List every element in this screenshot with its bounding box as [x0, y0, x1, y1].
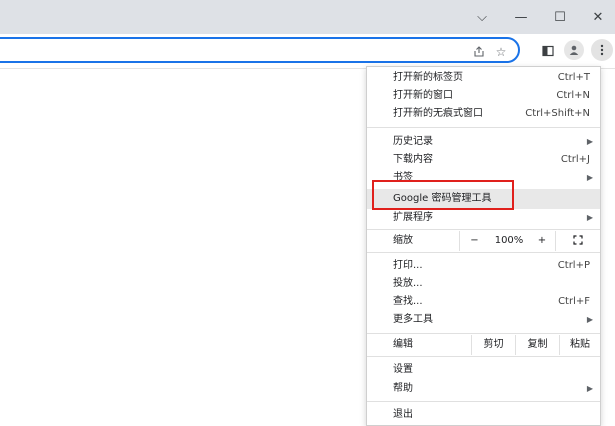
- shortcut-label: Ctrl+P: [557, 260, 590, 271]
- close-icon: ✕: [592, 9, 604, 25]
- menu-divider: [367, 356, 600, 357]
- menu-item-label: 打开新的标签页: [393, 72, 463, 83]
- fullscreen-icon: [573, 235, 583, 245]
- menu-item-label: 更多工具: [393, 314, 433, 325]
- bookmark-star-icon[interactable]: ☆: [494, 45, 508, 59]
- minimize-icon: —: [514, 9, 528, 25]
- maximize-button[interactable]: ☐: [540, 0, 580, 34]
- menu-item-label: 帮助: [393, 383, 413, 394]
- tab-search-dropdown-button[interactable]: ⌵: [462, 0, 502, 34]
- menu-item-label: 打开新的窗口: [393, 90, 453, 101]
- shortcut-label: Ctrl+N: [556, 90, 590, 101]
- menu-item-more-tools[interactable]: 更多工具 ▶: [367, 311, 600, 328]
- zoom-row: 缩放 − 100% +: [367, 231, 600, 251]
- zoom-in-button[interactable]: +: [529, 231, 555, 251]
- paste-button[interactable]: 粘贴: [559, 335, 600, 355]
- shortcut-label: Ctrl+T: [557, 72, 590, 83]
- submenu-arrow-icon: ▶: [586, 384, 593, 393]
- menu-item-label: 打开新的无痕式窗口: [393, 108, 483, 119]
- menu-divider: [367, 401, 600, 402]
- menu-item-label: 设置: [393, 364, 413, 375]
- menu-item-find[interactable]: 查找... Ctrl+F: [367, 293, 600, 310]
- share-icon[interactable]: [472, 45, 486, 59]
- menu-item-exit[interactable]: 退出: [367, 406, 600, 423]
- zoom-level: 100%: [494, 235, 524, 246]
- menu-item-settings[interactable]: 设置: [367, 361, 600, 378]
- submenu-arrow-icon: ▶: [586, 137, 593, 146]
- menu-divider: [367, 333, 600, 334]
- menu-divider: [367, 127, 600, 128]
- edit-label: 编辑: [393, 339, 413, 350]
- menu-item-label: 查找...: [393, 296, 423, 307]
- fullscreen-button[interactable]: [555, 231, 600, 251]
- menu-item-help[interactable]: 帮助 ▶: [367, 380, 600, 397]
- menu-divider: [367, 252, 600, 253]
- shortcut-label: Ctrl+J: [560, 154, 590, 165]
- menu-item-incognito[interactable]: 打开新的无痕式窗口 Ctrl+Shift+N: [367, 105, 600, 122]
- menu-item-label: 退出: [393, 409, 413, 420]
- title-bar: ⌵ — ☐ ✕: [0, 0, 615, 34]
- chrome-main-menu: 打开新的标签页 Ctrl+T 打开新的窗口 Ctrl+N 打开新的无痕式窗口 C…: [366, 66, 601, 426]
- menu-item-extensions[interactable]: 扩展程序 ▶: [367, 209, 600, 226]
- menu-item-label: 下载内容: [393, 154, 433, 165]
- menu-divider: [367, 229, 600, 230]
- menu-item-label: 历史记录: [393, 136, 433, 147]
- zoom-label: 缩放: [393, 235, 413, 246]
- shortcut-label: Ctrl+F: [558, 296, 590, 307]
- side-panel-icon[interactable]: [538, 41, 558, 61]
- highlight-annotation-box: [372, 180, 514, 210]
- menu-item-label: 扩展程序: [393, 212, 433, 223]
- submenu-arrow-icon: ▶: [586, 173, 593, 182]
- menu-item-new-tab[interactable]: 打开新的标签页 Ctrl+T: [367, 69, 600, 86]
- address-bar[interactable]: ☆: [0, 37, 520, 63]
- menu-item-label: 打印...: [393, 260, 423, 271]
- menu-item-label: 投放...: [393, 278, 423, 289]
- submenu-arrow-icon: ▶: [586, 213, 593, 222]
- close-button[interactable]: ✕: [578, 0, 615, 34]
- copy-button[interactable]: 复制: [515, 335, 559, 355]
- menu-item-new-window[interactable]: 打开新的窗口 Ctrl+N: [367, 87, 600, 104]
- minus-icon: −: [470, 235, 479, 246]
- menu-item-history[interactable]: 历史记录 ▶: [367, 133, 600, 150]
- maximize-icon: ☐: [554, 9, 566, 25]
- minimize-button[interactable]: —: [501, 0, 541, 34]
- profile-icon[interactable]: [564, 40, 584, 60]
- submenu-arrow-icon: ▶: [586, 315, 593, 324]
- zoom-out-button[interactable]: −: [459, 231, 489, 251]
- chevron-down-icon: ⌵: [477, 9, 487, 25]
- browser-toolbar: ☆: [0, 34, 615, 69]
- kebab-menu-icon[interactable]: [591, 39, 613, 61]
- cut-button[interactable]: 剪切: [471, 335, 515, 355]
- menu-item-downloads[interactable]: 下载内容 Ctrl+J: [367, 151, 600, 168]
- plus-icon: +: [537, 235, 547, 246]
- shortcut-label: Ctrl+Shift+N: [525, 108, 590, 119]
- menu-item-print[interactable]: 打印... Ctrl+P: [367, 257, 600, 274]
- menu-item-cast[interactable]: 投放...: [367, 275, 600, 292]
- edit-row: 编辑 剪切 复制 粘贴: [367, 335, 600, 355]
